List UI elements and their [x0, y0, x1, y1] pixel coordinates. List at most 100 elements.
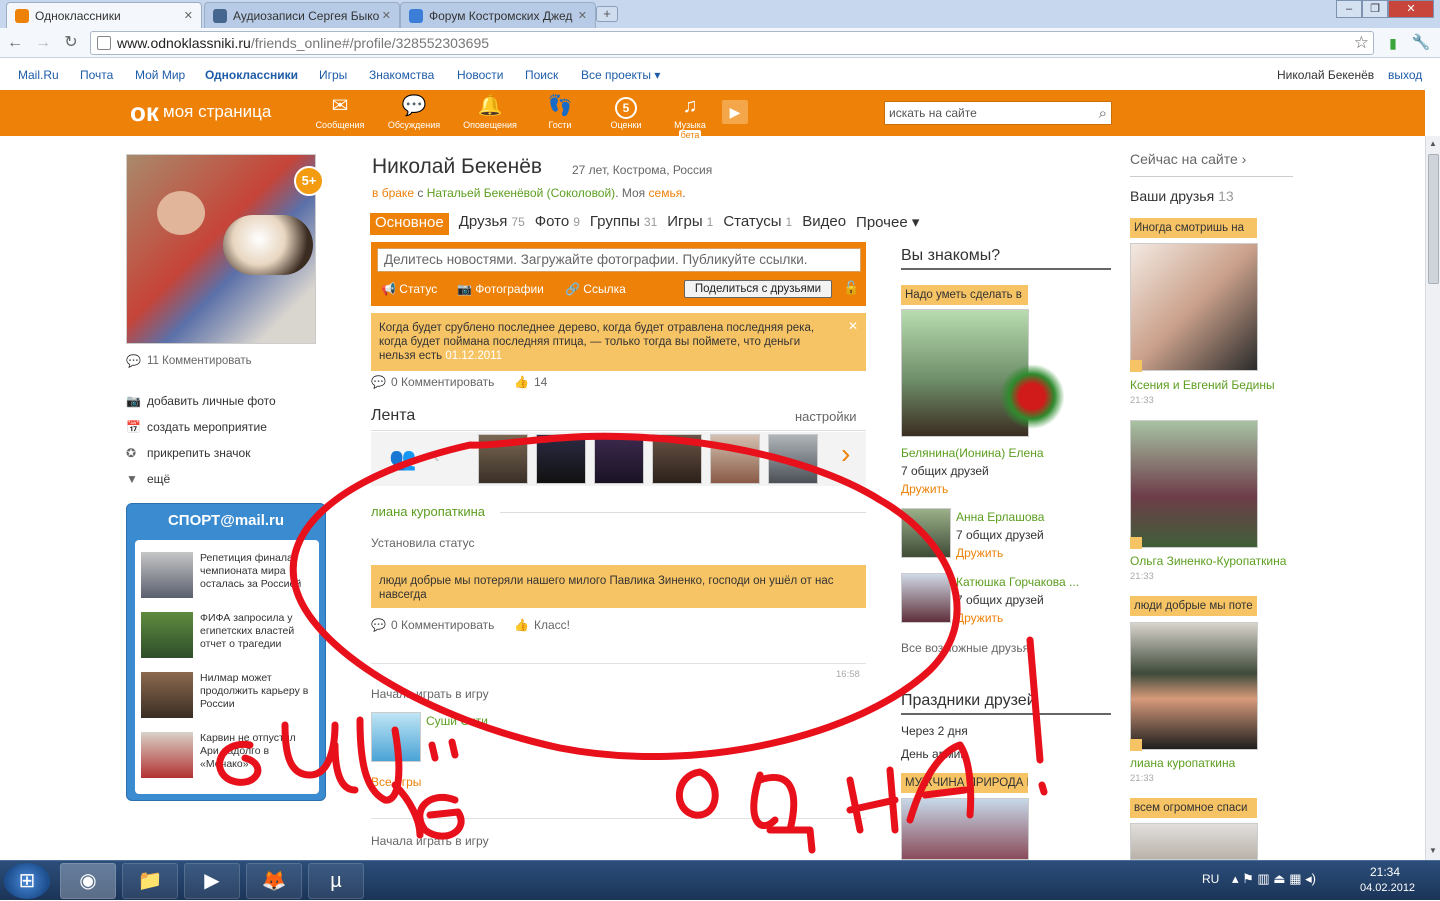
- logout-link[interactable]: выход: [1388, 68, 1422, 82]
- portal-link-all-projects[interactable]: Все проекты ▾: [581, 68, 660, 82]
- people-group-icon[interactable]: 👥: [379, 436, 427, 482]
- feed-comments-link[interactable]: 💬 0 Комментировать: [371, 618, 494, 632]
- start-button-icon[interactable]: ⊞: [4, 863, 50, 899]
- add-photo-link[interactable]: 📷 добавить личные фото: [126, 394, 276, 408]
- friend-photo-thumb[interactable]: [594, 434, 644, 484]
- friend-photo-thumb[interactable]: [478, 434, 528, 484]
- scroll-up-arrow-icon[interactable]: ▲: [1429, 139, 1437, 148]
- strip-next-arrow-icon[interactable]: ›: [841, 438, 850, 470]
- portal-link-odnoklassniki[interactable]: Одноклассники: [205, 68, 298, 82]
- friend-photo-thumb[interactable]: [710, 434, 760, 484]
- close-tab-icon[interactable]: ✕: [382, 9, 391, 22]
- feed-author-link[interactable]: лиана куропаткина: [371, 504, 485, 519]
- signal-bars-icon[interactable]: ▮: [1382, 32, 1404, 54]
- sport-news-item[interactable]: Карвин не отпустил Ари надолго в «Монако…: [141, 732, 315, 778]
- minimize-window-icon[interactable]: –: [1336, 0, 1362, 18]
- avatar-comments-link[interactable]: 💬 11 Комментировать: [126, 354, 252, 368]
- befriend-link[interactable]: Дружить: [956, 611, 1003, 625]
- portal-link-mailru[interactable]: Mail.Ru: [18, 68, 59, 82]
- wrench-icon[interactable]: 🔧: [1410, 32, 1432, 54]
- person-name-link[interactable]: Анна Ерлашова: [956, 510, 1044, 524]
- header-nav-notifications[interactable]: 🔔 Оповещения: [462, 94, 518, 130]
- tab-video[interactable]: Видео: [802, 213, 846, 235]
- friend-photo[interactable]: [1130, 823, 1258, 860]
- all-possible-friends-link[interactable]: Все возможные друзья: [901, 641, 1029, 655]
- person-name-link[interactable]: Катюшка Горчакова ...: [956, 575, 1079, 589]
- back-arrow-icon[interactable]: ←: [4, 32, 26, 54]
- family-link[interactable]: семья: [649, 186, 683, 200]
- my-page-link[interactable]: моя страница: [163, 102, 271, 122]
- friend-name-link[interactable]: Ксения и Евгений Бедины: [1130, 378, 1275, 392]
- tab-other[interactable]: Прочее ▾: [856, 213, 919, 235]
- clock-time[interactable]: 21:34: [1370, 865, 1400, 879]
- friend-photo-thumb[interactable]: [768, 434, 818, 484]
- header-nav-discussions[interactable]: 💬 Обсуждения: [386, 94, 442, 130]
- scrollbar-thumb[interactable]: [1428, 154, 1439, 284]
- friend-photo[interactable]: [1130, 622, 1258, 750]
- tab-statuses[interactable]: Статусы 1: [723, 213, 792, 235]
- portal-link-igry[interactable]: Игры: [319, 68, 347, 82]
- close-tab-icon[interactable]: ✕: [578, 9, 587, 22]
- maximize-window-icon[interactable]: ❐: [1362, 0, 1388, 18]
- share-with-friends-button[interactable]: Поделиться с друзьями: [684, 280, 832, 298]
- header-nav-music[interactable]: ♫ Музыка бета: [662, 94, 718, 140]
- friend-photo[interactable]: [1130, 420, 1258, 548]
- portal-link-poisk[interactable]: Поиск: [525, 68, 558, 82]
- holiday-person-photo[interactable]: [901, 798, 1029, 860]
- sport-news-item[interactable]: Нилмар может продолжить карьеру в России: [141, 672, 315, 718]
- bookmark-star-icon[interactable]: ☆: [1354, 32, 1369, 54]
- portal-link-znakomstva[interactable]: Знакомства: [369, 68, 434, 82]
- browser-tab-forum[interactable]: Форум Костромских Джед ✕: [400, 2, 596, 28]
- reload-icon[interactable]: ↻: [60, 32, 82, 54]
- portal-link-pochta[interactable]: Почта: [80, 68, 113, 82]
- header-nav-guests[interactable]: 👣 Гости: [532, 94, 588, 130]
- tab-games[interactable]: Игры 1: [667, 213, 713, 235]
- profile-avatar[interactable]: [126, 154, 316, 344]
- create-event-link[interactable]: 📅 создать мероприятие: [126, 420, 267, 434]
- friend-photo-thumb[interactable]: [536, 434, 586, 484]
- strip-prev-arrow-icon[interactable]: ‹: [431, 438, 440, 470]
- tab-photo[interactable]: Фото 9: [535, 213, 580, 235]
- friend-photo-thumb[interactable]: [652, 434, 702, 484]
- friend-name-link[interactable]: Ольга Зиненко-Куропаткина: [1130, 554, 1286, 568]
- befriend-link[interactable]: Дружить: [956, 546, 1003, 560]
- language-indicator[interactable]: RU: [1202, 872, 1219, 886]
- tab-friends[interactable]: Друзья 75: [459, 213, 525, 235]
- tab-groups[interactable]: Группы 31: [590, 213, 657, 235]
- current-user-name[interactable]: Николай Бекенёв: [1277, 68, 1374, 82]
- post-input[interactable]: Делитесь новостями. Загружайте фотографи…: [377, 248, 861, 272]
- taskbar-explorer-icon[interactable]: 📁: [122, 863, 178, 899]
- taskbar-utorrent-icon[interactable]: µ: [308, 863, 364, 899]
- post-status-option[interactable]: 📢 Статус: [381, 282, 437, 296]
- address-bar[interactable]: www.odnoklassniki.ru/friends_online#/pro…: [90, 31, 1374, 55]
- close-tab-icon[interactable]: ✕: [184, 9, 193, 22]
- header-nav-ratings[interactable]: 5 Оценки: [598, 94, 654, 130]
- scroll-down-arrow-icon[interactable]: ▼: [1429, 846, 1437, 855]
- spouse-link[interactable]: Натальей Бекенёвой (Соколовой): [427, 186, 616, 200]
- close-quote-icon[interactable]: ✕: [848, 319, 858, 333]
- portal-link-moy-mir[interactable]: Мой Мир: [135, 68, 185, 82]
- more-link[interactable]: ▼ ещё: [126, 472, 170, 486]
- page-scrollbar[interactable]: ▲ ▼: [1425, 136, 1440, 860]
- clock-date[interactable]: 04.02.2012: [1360, 882, 1415, 894]
- odnoklassniki-logo-icon[interactable]: ок: [130, 98, 159, 128]
- quote-likes[interactable]: 👍 14: [514, 375, 547, 389]
- quote-comments-link[interactable]: 💬 0 Комментировать: [371, 375, 494, 389]
- taskbar-firefox-icon[interactable]: 🦊: [246, 863, 302, 899]
- new-tab-button[interactable]: +: [596, 6, 618, 22]
- browser-tab-audio[interactable]: Аудиозаписи Сергея Быко ✕: [204, 2, 400, 28]
- close-window-icon[interactable]: ✕: [1388, 0, 1434, 18]
- music-play-button[interactable]: ▶: [722, 100, 748, 124]
- sport-news-item[interactable]: Репетиция финала чемпионата мира осталас…: [141, 552, 315, 598]
- person-photo[interactable]: [901, 573, 951, 623]
- game-thumbnail[interactable]: [371, 712, 421, 762]
- person-photo[interactable]: [901, 508, 951, 558]
- feed-settings-link[interactable]: настройки: [795, 409, 857, 424]
- site-search-input[interactable]: искать на сайте ⌕: [884, 101, 1112, 125]
- lock-icon[interactable]: 🔓: [843, 280, 859, 296]
- feed-class-button[interactable]: 👍 Класс!: [514, 618, 570, 632]
- friend-photo[interactable]: [1130, 243, 1258, 371]
- portal-link-novosti[interactable]: Новости: [457, 68, 503, 82]
- browser-tab-odnoklassniki[interactable]: Одноклассники ✕: [6, 2, 202, 28]
- game-link[interactable]: Суши Сити: [426, 714, 488, 728]
